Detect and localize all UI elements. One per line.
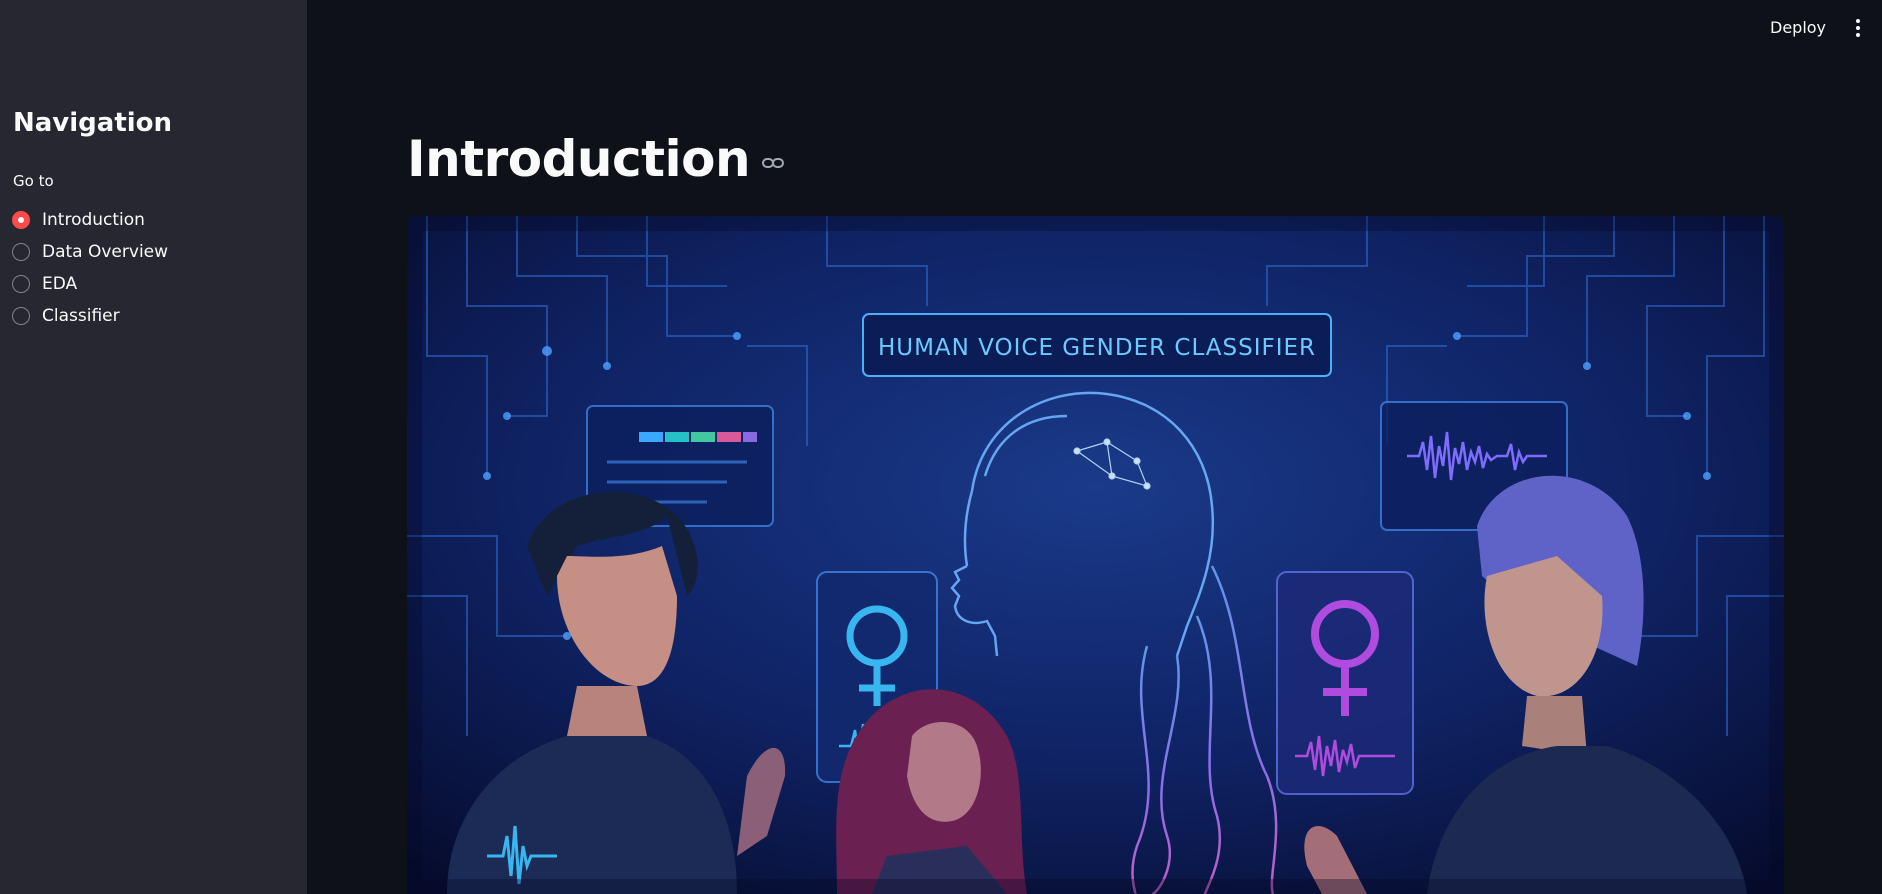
radio-option-classifier[interactable]: Classifier [12, 300, 168, 332]
vertical-ellipsis-icon[interactable] [1848, 14, 1868, 42]
link-icon[interactable] [762, 156, 785, 170]
radio-option-eda[interactable]: EDA [12, 268, 168, 300]
radio-option-data-overview[interactable]: Data Overview [12, 236, 168, 268]
navigation-radio-group: Introduction Data Overview EDA Classifie… [12, 204, 168, 332]
page-title-text: Introduction [407, 130, 751, 188]
radio-selected-icon[interactable] [12, 211, 30, 229]
radio-unselected-icon[interactable] [12, 243, 30, 261]
radio-option-label: EDA [42, 274, 78, 294]
hero-image: HUMAN VOICE GENDER CLASSIFIER [407, 216, 1784, 894]
radio-unselected-icon[interactable] [12, 307, 30, 325]
radio-option-label: Classifier [42, 306, 120, 326]
sidebar: Navigation Go to Introduction Data Overv… [0, 0, 307, 894]
radio-option-label: Introduction [42, 210, 145, 230]
hero-banner-text: HUMAN VOICE GENDER CLASSIFIER [878, 335, 1316, 361]
radio-option-introduction[interactable]: Introduction [12, 204, 168, 236]
sidebar-title: Navigation [13, 108, 173, 138]
page-title: Introduction [407, 130, 785, 188]
radio-option-label: Data Overview [42, 242, 169, 262]
radio-group-label: Go to [13, 172, 54, 190]
radio-unselected-icon[interactable] [12, 275, 30, 293]
deploy-button[interactable]: Deploy [1762, 14, 1834, 42]
app-root: Navigation Go to Introduction Data Overv… [0, 0, 1882, 894]
